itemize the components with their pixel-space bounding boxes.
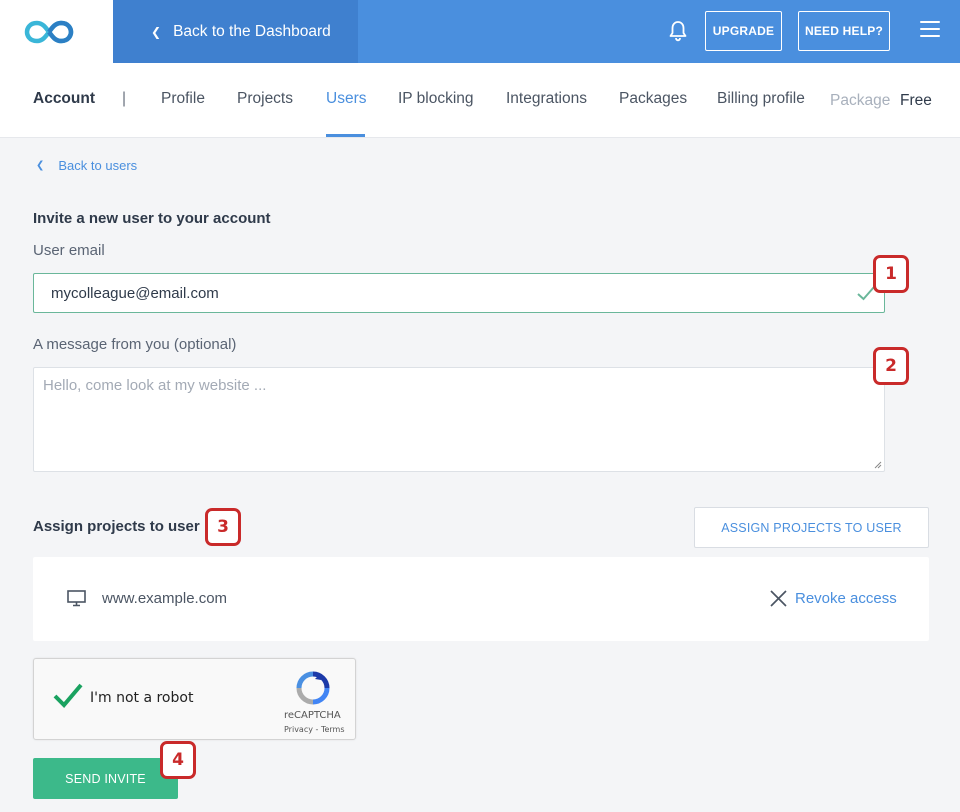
back-to-dashboard-label: Back to the Dashboard bbox=[173, 22, 331, 40]
tab-users[interactable]: Users bbox=[326, 90, 366, 108]
message-label: A message from you (optional) bbox=[33, 336, 237, 353]
need-help-button[interactable]: NEED HELP? bbox=[798, 11, 890, 51]
email-value: mycolleague@email.com bbox=[51, 284, 219, 302]
recaptcha-label: I'm not a robot bbox=[90, 690, 194, 706]
message-field[interactable]: Hello, come look at my website ... bbox=[33, 367, 885, 472]
monitor-icon bbox=[67, 590, 86, 607]
recaptcha-logo-icon bbox=[296, 671, 330, 705]
tab-billing-profile[interactable]: Billing profile bbox=[717, 90, 805, 108]
assign-projects-button[interactable]: ASSIGN PROJECTS TO USER bbox=[694, 507, 929, 548]
revoke-access-label: Revoke access bbox=[795, 590, 897, 607]
nav-account-title: Account bbox=[33, 90, 95, 107]
recaptcha-checkbox[interactable] bbox=[52, 679, 84, 711]
package-value: Free bbox=[900, 92, 932, 109]
close-icon bbox=[770, 590, 787, 607]
back-to-users-label: Back to users bbox=[58, 158, 138, 173]
tab-packages[interactable]: Packages bbox=[619, 90, 687, 108]
email-label: User email bbox=[33, 242, 105, 259]
annotation-badge-2: 2 bbox=[873, 347, 909, 385]
tab-integrations[interactable]: Integrations bbox=[506, 90, 587, 108]
menu-icon[interactable] bbox=[920, 21, 940, 41]
send-invite-button[interactable]: SEND INVITE bbox=[33, 758, 178, 799]
chevron-left-icon: ❮ bbox=[151, 24, 162, 39]
active-tab-indicator bbox=[326, 134, 365, 137]
nav-separator: | bbox=[122, 90, 127, 107]
package-label: Package bbox=[830, 92, 891, 109]
back-to-dashboard-link[interactable]: ❮ Back to the Dashboard bbox=[113, 0, 358, 63]
message-placeholder: Hello, come look at my website ... bbox=[43, 377, 267, 394]
project-url: www.example.com bbox=[102, 590, 228, 607]
project-row: www.example.com Revoke access bbox=[33, 557, 929, 641]
email-field[interactable]: mycolleague@email.com bbox=[33, 273, 885, 313]
resize-grip-icon[interactable] bbox=[874, 461, 882, 469]
recaptcha-terms-link[interactable]: Privacy - Terms bbox=[284, 725, 345, 734]
tab-ip-blocking[interactable]: IP blocking bbox=[398, 90, 474, 108]
revoke-access-button[interactable]: Revoke access bbox=[769, 589, 897, 608]
logo[interactable] bbox=[0, 0, 113, 63]
bell-icon[interactable] bbox=[666, 19, 690, 43]
account-nav: Account | Profile Projects Users IP bloc… bbox=[0, 63, 960, 138]
top-bar: ❮ Back to the Dashboard UPGRADE NEED HEL… bbox=[0, 0, 960, 63]
recaptcha-widget: I'm not a robot reCAPTCHA Privacy - Term… bbox=[33, 658, 356, 740]
annotation-badge-3: 3 bbox=[205, 508, 241, 546]
recaptcha-brand: reCAPTCHA bbox=[284, 710, 341, 721]
infinity-logo-icon bbox=[24, 20, 74, 43]
tab-profile[interactable]: Profile bbox=[161, 90, 205, 108]
chevron-left-icon: ❮ bbox=[36, 160, 45, 171]
tab-projects[interactable]: Projects bbox=[237, 90, 293, 108]
back-to-users-link[interactable]: ❮ Back to users bbox=[36, 158, 137, 173]
page-title: Invite a new user to your account bbox=[33, 210, 271, 227]
assign-projects-label: Assign projects to user bbox=[33, 518, 200, 535]
annotation-badge-4: 4 bbox=[160, 741, 196, 779]
upgrade-button[interactable]: UPGRADE bbox=[705, 11, 782, 51]
annotation-badge-1: 1 bbox=[873, 255, 909, 293]
